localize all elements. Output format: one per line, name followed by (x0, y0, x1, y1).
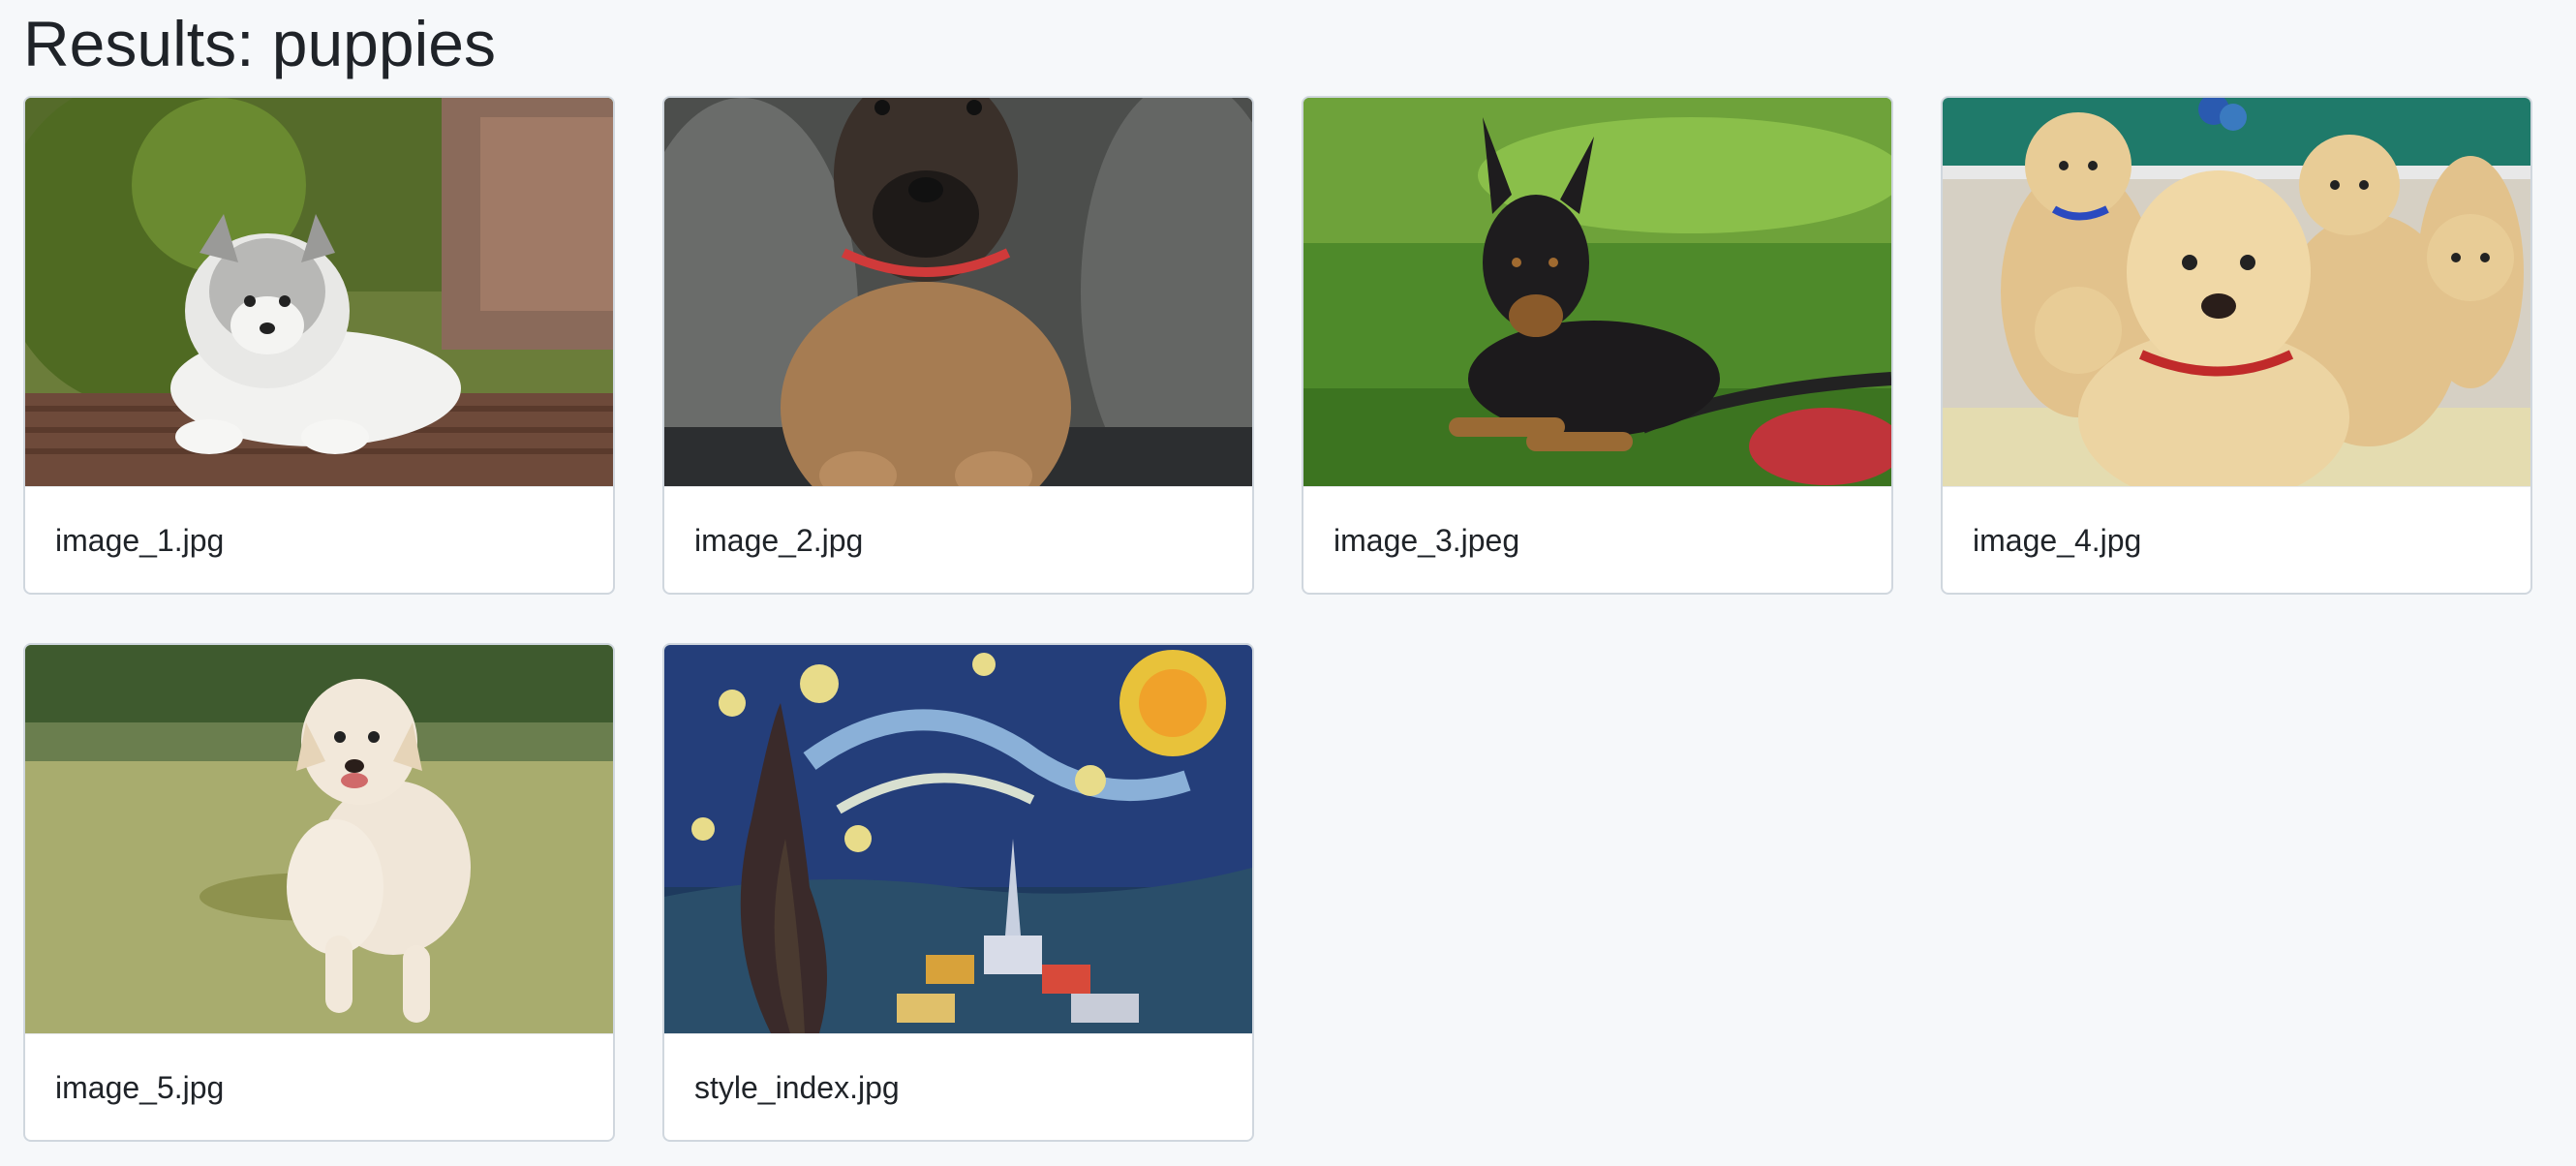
result-filename[interactable]: image_2.jpg (694, 521, 863, 560)
doberman-puppy-on-grass-photo (1303, 98, 1891, 486)
result-card[interactable]: image_5.jpg (23, 643, 615, 1142)
card-body: style_index.jpg (664, 1033, 1252, 1140)
result-thumbnail[interactable] (664, 645, 1252, 1033)
page-title: Results: puppies (23, 8, 496, 79)
puppy-running-on-grass-photo (25, 645, 613, 1033)
results-page: Results: puppies image_1.jpg image_2.jpg… (0, 0, 2576, 1166)
starry-night-painting (664, 645, 1252, 1033)
card-body: image_3.jpeg (1303, 486, 1891, 593)
result-card[interactable]: style_index.jpg (662, 643, 1254, 1142)
result-card[interactable]: image_2.jpg (662, 96, 1254, 595)
labrador-puppies-group-photo (1943, 98, 2530, 486)
result-card[interactable]: image_1.jpg (23, 96, 615, 595)
result-thumbnail[interactable] (25, 645, 613, 1033)
result-filename[interactable]: style_index.jpg (694, 1068, 900, 1107)
result-filename[interactable]: image_5.jpg (55, 1068, 224, 1107)
fluffy-puppy-on-deck-photo (25, 98, 613, 486)
result-thumbnail[interactable] (25, 98, 613, 486)
card-body: image_2.jpg (664, 486, 1252, 593)
result-thumbnail[interactable] (1943, 98, 2530, 486)
result-filename[interactable]: image_1.jpg (55, 521, 224, 560)
result-filename[interactable]: image_3.jpeg (1334, 521, 1519, 560)
result-thumbnail[interactable] (1303, 98, 1891, 486)
result-card[interactable]: image_3.jpeg (1302, 96, 1893, 595)
card-body: image_4.jpg (1943, 486, 2530, 593)
card-body: image_5.jpg (25, 1033, 613, 1140)
result-filename[interactable]: image_4.jpg (1973, 521, 2141, 560)
result-card[interactable]: image_4.jpg (1941, 96, 2532, 595)
shepherd-puppy-on-couch-photo (664, 98, 1252, 486)
card-body: image_1.jpg (25, 486, 613, 593)
result-thumbnail[interactable] (664, 98, 1252, 486)
results-grid: image_1.jpg image_2.jpg image_3.jpeg ima… (23, 96, 2533, 1142)
